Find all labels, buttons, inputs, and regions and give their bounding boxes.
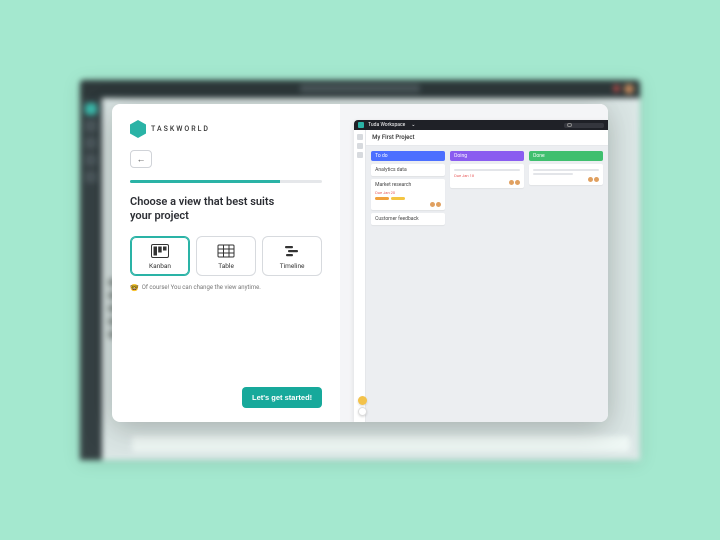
view-option-table[interactable]: Table bbox=[196, 236, 256, 276]
column-header: Doing bbox=[450, 151, 524, 161]
column-doing: Doing Due Jan 18 bbox=[450, 151, 524, 188]
preview-leftrail bbox=[354, 130, 366, 422]
wizard-hint-text: Of course! You can change the view anyti… bbox=[142, 284, 261, 291]
progress-fill bbox=[130, 180, 280, 183]
column-done: Done bbox=[529, 151, 603, 185]
help-fab-icon bbox=[358, 407, 367, 416]
task-card: Customer feedback bbox=[371, 213, 445, 225]
view-option-label: Timeline bbox=[280, 262, 305, 270]
avatar-icon bbox=[515, 180, 520, 185]
wizard-hint: 🤓 Of course! You can change the view any… bbox=[130, 284, 322, 292]
table-icon bbox=[217, 244, 235, 258]
view-option-label: Kanban bbox=[149, 262, 171, 270]
arrow-left-icon: ← bbox=[137, 154, 146, 165]
task-due: Due Jan 18 bbox=[454, 173, 520, 178]
onboarding-modal: TASKWORLD ← Choose a view that best suit… bbox=[112, 104, 608, 422]
task-card: Market research Due Jan 20 bbox=[371, 179, 445, 210]
brand-logo-icon bbox=[130, 120, 146, 138]
view-option-kanban[interactable]: Kanban bbox=[130, 236, 190, 276]
avatar-icon bbox=[430, 202, 435, 207]
chevron-down-icon: ⌄ bbox=[411, 122, 415, 128]
preview-search bbox=[564, 123, 604, 128]
task-card: Due Jan 18 bbox=[450, 164, 524, 188]
task-title: Analytics data bbox=[375, 167, 407, 173]
task-card: Analytics data bbox=[371, 164, 445, 176]
column-header: To do bbox=[371, 151, 445, 161]
view-option-timeline[interactable]: Timeline bbox=[262, 236, 322, 276]
preview-pane: Tuda Workspace ⌄ My First Project bbox=[340, 104, 608, 422]
preview-project-title: My First Project bbox=[366, 130, 608, 146]
view-options: Kanban Table Timeline bbox=[130, 236, 322, 276]
task-title: Customer feedback bbox=[375, 216, 418, 222]
nerd-face-icon: 🤓 bbox=[130, 284, 139, 292]
brand-name: TASKWORLD bbox=[151, 125, 210, 133]
brand: TASKWORLD bbox=[130, 120, 322, 138]
progress-bar bbox=[130, 180, 322, 183]
preview-logo-icon bbox=[358, 122, 364, 128]
task-due: Due Jan 20 bbox=[375, 190, 441, 195]
task-card bbox=[529, 164, 603, 185]
column-todo: To do Analytics data Market research Due… bbox=[371, 151, 445, 225]
avatar-icon bbox=[509, 180, 514, 185]
back-button[interactable]: ← bbox=[130, 150, 152, 168]
avatar-icon bbox=[594, 177, 599, 182]
preview-app: Tuda Workspace ⌄ My First Project bbox=[354, 120, 608, 422]
list-icon bbox=[357, 152, 363, 158]
kanban-icon bbox=[151, 244, 169, 258]
preview-board: To do Analytics data Market research Due… bbox=[366, 146, 608, 422]
timeline-icon bbox=[283, 244, 301, 258]
chat-fab-icon bbox=[358, 396, 367, 405]
avatar-icon bbox=[588, 177, 593, 182]
avatar-icon bbox=[436, 202, 441, 207]
column-header: Done bbox=[529, 151, 603, 161]
home-icon bbox=[357, 134, 363, 140]
task-title: Market research bbox=[375, 182, 411, 188]
preview-floating-buttons bbox=[358, 396, 367, 416]
preview-topbar: Tuda Workspace ⌄ bbox=[354, 120, 608, 130]
get-started-button[interactable]: Let's get started! bbox=[242, 387, 322, 408]
view-option-label: Table bbox=[218, 262, 234, 270]
wizard-heading: Choose a view that best suits your proje… bbox=[130, 195, 280, 224]
preview-workspace-name: Tuda Workspace bbox=[368, 122, 405, 128]
wizard-pane: TASKWORLD ← Choose a view that best suit… bbox=[112, 104, 340, 422]
folder-icon bbox=[357, 143, 363, 149]
